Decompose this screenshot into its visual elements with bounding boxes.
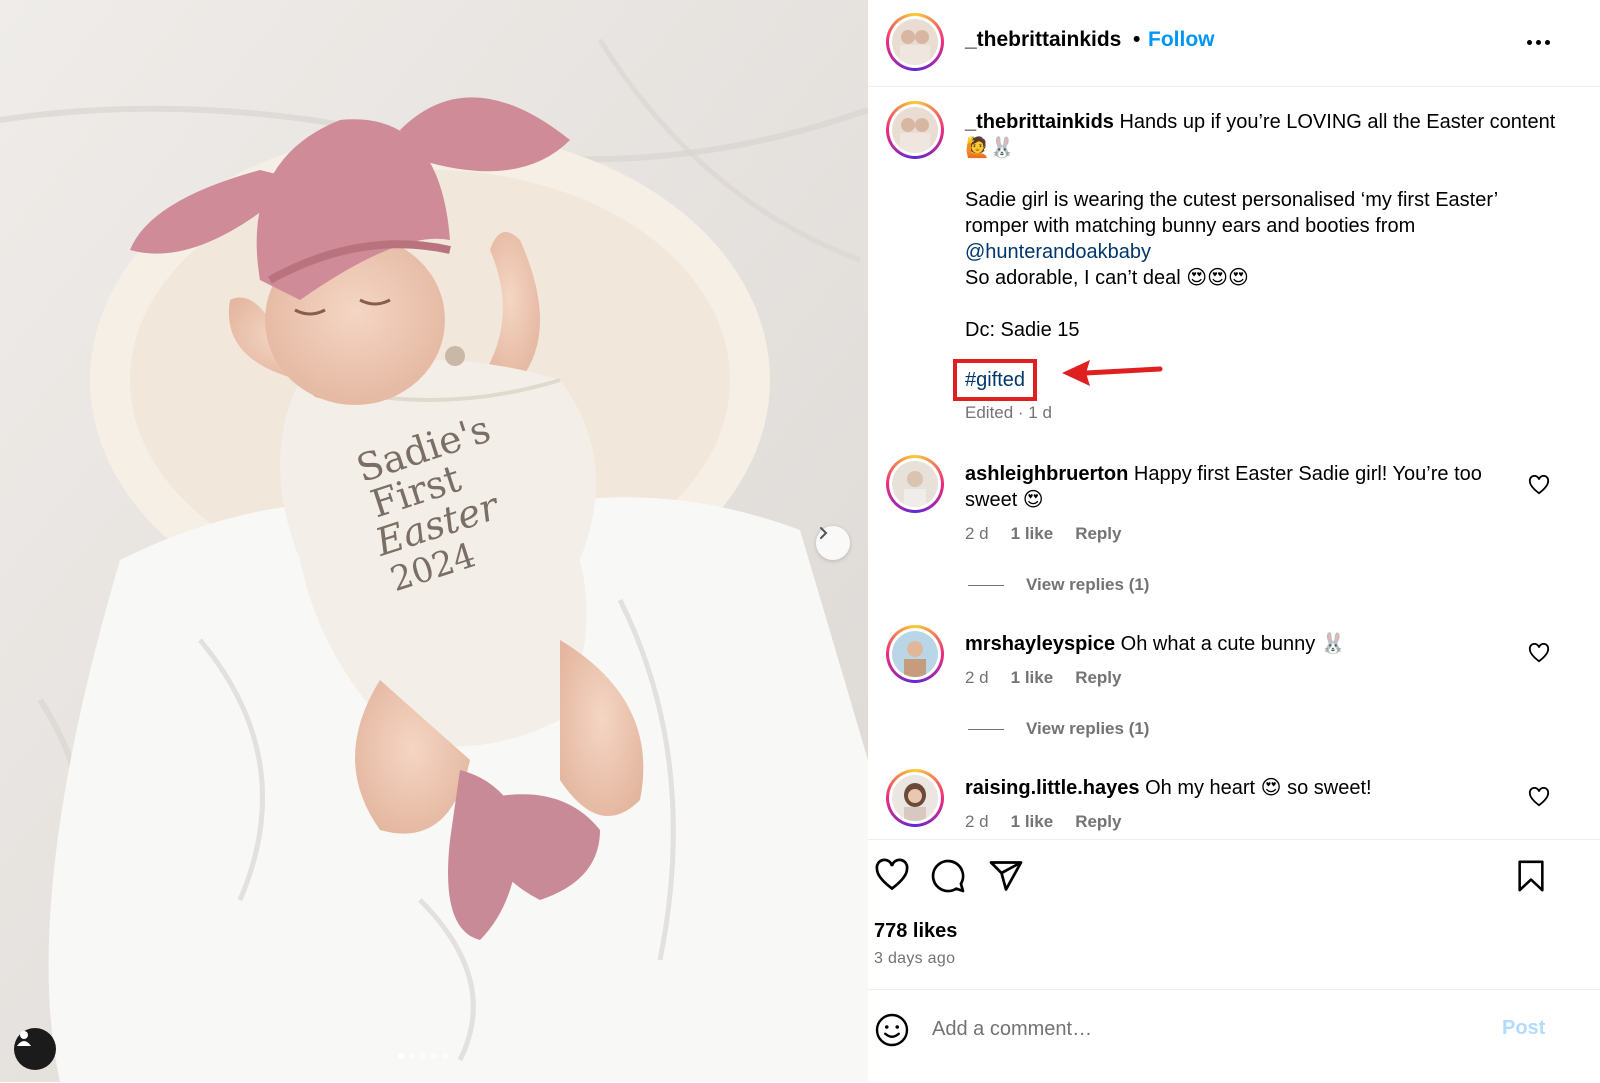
more-icon[interactable]: [1518, 28, 1558, 56]
reply-button[interactable]: Reply: [1075, 524, 1121, 544]
carousel-dot: [431, 1053, 437, 1059]
add-comment-bar: Post: [868, 989, 1600, 1083]
carousel-dot: [442, 1053, 448, 1059]
arrow-annotation-icon: [1062, 360, 1163, 386]
caption-line: Dc: Sadie 15: [965, 319, 1080, 341]
comment-input[interactable]: [930, 1012, 1494, 1046]
comment-likes[interactable]: 1 like: [1011, 524, 1054, 544]
view-replies-button[interactable]: View replies (1): [968, 575, 1149, 595]
carousel-dot: [409, 1053, 415, 1059]
view-replies-label: View replies (1): [1026, 575, 1150, 594]
comment-time: 2 d: [965, 524, 989, 543]
carousel-indicator: [398, 1053, 448, 1059]
caption-line: So adorable, I can’t deal 😍😍😍: [965, 267, 1249, 289]
comment-meta: 2 d 1 like Reply: [965, 668, 1121, 688]
chevron-right-icon: [820, 527, 828, 539]
hashtag-link[interactable]: #gifted: [965, 369, 1025, 391]
comment-meta: 2 d 1 like Reply: [965, 812, 1121, 832]
comment-text: ashleighbruerton Happy first Easter Sadi…: [965, 461, 1525, 513]
comment-likes[interactable]: 1 like: [1011, 668, 1054, 688]
share-icon[interactable]: [988, 858, 1024, 894]
comment-body: Oh what a cute bunny 🐰: [1120, 633, 1346, 655]
likes-count[interactable]: 778 likes: [874, 920, 957, 943]
author-avatar[interactable]: [886, 13, 944, 71]
commenter-username[interactable]: raising.little.hayes: [965, 777, 1140, 799]
commenter-username[interactable]: ashleighbruerton: [965, 463, 1128, 485]
commenter-username[interactable]: mrshayleyspice: [965, 633, 1115, 655]
highlight-box: #gifted: [953, 359, 1038, 401]
follow-button[interactable]: Follow: [1148, 28, 1215, 52]
comment-text: mrshayleyspice Oh what a cute bunny 🐰: [965, 631, 1525, 657]
comment-like-heart-icon[interactable]: [1528, 787, 1550, 807]
view-replies-button[interactable]: View replies (1): [968, 719, 1149, 739]
comment-body: Oh my heart 😍 so sweet!: [1145, 777, 1372, 799]
reply-button[interactable]: Reply: [1075, 668, 1121, 688]
next-photo-button[interactable]: [816, 526, 850, 560]
commenter-avatar[interactable]: [886, 769, 944, 827]
caption-avatar[interactable]: [886, 101, 944, 159]
comment-like-heart-icon[interactable]: [1528, 643, 1550, 663]
comment-text: raising.little.hayes Oh my heart 😍 so sw…: [965, 775, 1525, 801]
user-tag-icon: [17, 1031, 31, 1046]
post-header: _thebrittainkids • Follow: [868, 0, 1600, 87]
comment-meta: 2 d 1 like Reply: [965, 524, 1121, 544]
post-photo[interactable]: Sadie's First Easter 2024: [0, 0, 868, 1082]
carousel-dot: [420, 1053, 426, 1059]
view-replies-label: View replies (1): [1026, 719, 1150, 738]
bookmark-icon[interactable]: [1514, 858, 1548, 894]
carousel-dot: [398, 1053, 404, 1059]
caption-line: Sadie girl is wearing the cutest persona…: [965, 189, 1498, 237]
caption-edited-time: Edited · 1 d: [965, 403, 1052, 422]
caption-text: _thebrittainkids Hands up if you’re LOVI…: [953, 109, 1565, 401]
post-actions: 778 likes 3 days ago: [868, 839, 1600, 990]
baby-photo-illustration: Sadie's First Easter 2024: [0, 0, 868, 1082]
separator-dot: •: [1133, 28, 1141, 51]
comment-like-heart-icon[interactable]: [1528, 475, 1550, 495]
mention-link[interactable]: @hunterandoakbaby: [965, 241, 1151, 263]
comments-scroll-area[interactable]: _thebrittainkids Hands up if you’re LOVI…: [868, 87, 1600, 839]
user-tag-button[interactable]: [14, 1028, 56, 1070]
heart-icon[interactable]: [874, 858, 910, 892]
post-details-panel: _thebrittainkids • Follow _thebrittainki…: [868, 0, 1600, 1082]
author-username[interactable]: _thebrittainkids: [965, 28, 1121, 52]
reply-button[interactable]: Reply: [1075, 812, 1121, 832]
caption-username[interactable]: _thebrittainkids: [965, 111, 1114, 133]
commenter-avatar[interactable]: [886, 455, 944, 513]
post-time: 3 days ago: [874, 950, 956, 967]
post-comment-button[interactable]: Post: [1502, 1017, 1545, 1040]
emoji-icon[interactable]: [874, 1012, 910, 1048]
commenter-avatar[interactable]: [886, 625, 944, 683]
comment-time: 2 d: [965, 668, 989, 687]
comment-icon[interactable]: [930, 858, 966, 894]
comment-likes[interactable]: 1 like: [1011, 812, 1054, 832]
comment-time: 2 d: [965, 812, 989, 831]
